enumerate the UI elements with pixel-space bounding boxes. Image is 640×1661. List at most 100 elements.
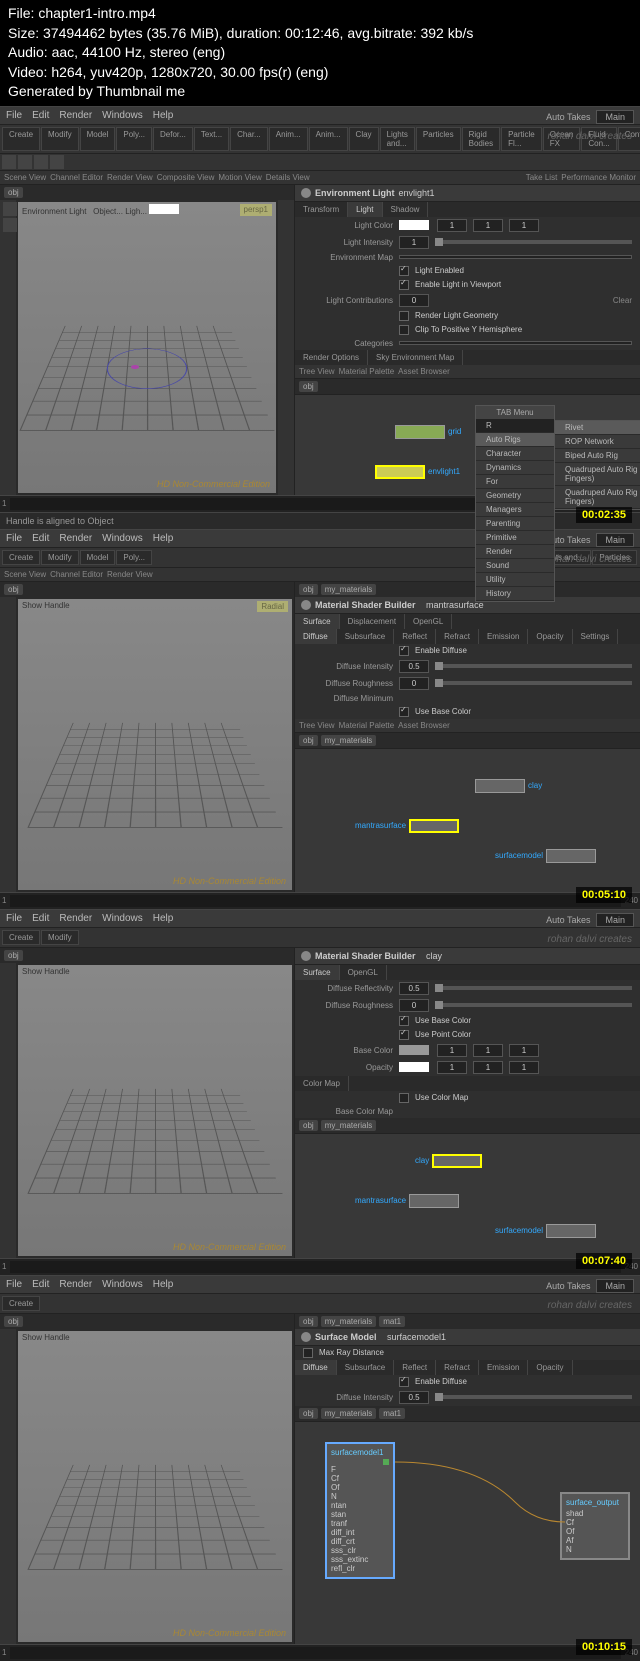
submenu-item[interactable]: Quadruped Auto Rig (5 Fingers) xyxy=(555,486,640,509)
field[interactable]: 0 xyxy=(399,294,429,307)
gear-icon[interactable] xyxy=(301,1332,311,1342)
shelf-tab[interactable]: Create xyxy=(2,550,40,565)
tool-icon[interactable] xyxy=(3,202,17,216)
tab[interactable]: Asset Browser xyxy=(398,721,450,730)
submenu-item[interactable]: Quadruped Auto Rig (4 Fingers) xyxy=(555,463,640,486)
node-surf[interactable]: surfacemodel xyxy=(495,849,596,863)
tab[interactable]: Tree View xyxy=(299,721,335,730)
shelf-tab[interactable]: Rigid Bodies xyxy=(462,127,500,151)
search-text[interactable]: R xyxy=(486,421,492,430)
menu-item[interactable]: Dynamics xyxy=(476,461,554,475)
vop-node[interactable]: surfacemodel1 F Cf Of N ntan stan tranf … xyxy=(325,1442,395,1579)
shelf-tab[interactable]: Particles xyxy=(416,127,461,151)
viewport[interactable]: Show HandleRadial HD Non-Commercial Edit… xyxy=(18,599,292,890)
menu-item[interactable]: Utility xyxy=(476,573,554,587)
tab[interactable]: Render Options xyxy=(295,350,368,365)
node-envlight[interactable]: envlight1 xyxy=(375,465,460,479)
subtab[interactable]: Emission xyxy=(479,629,528,644)
menu-item[interactable]: Auto Rigs xyxy=(476,433,554,447)
subtab[interactable]: Subsurface xyxy=(337,629,394,644)
shelf-tab[interactable]: Modify xyxy=(41,127,79,151)
field[interactable] xyxy=(399,255,632,259)
menu-windows[interactable]: Windows xyxy=(102,533,143,544)
submenu-item[interactable]: Biped Auto Rig xyxy=(555,449,640,463)
menu-file[interactable]: File xyxy=(6,533,22,544)
path[interactable]: obj xyxy=(4,584,23,595)
slider[interactable] xyxy=(435,681,632,685)
pane-tab[interactable]: Scene View xyxy=(4,173,46,182)
slider[interactable] xyxy=(435,664,632,668)
gear-icon[interactable] xyxy=(301,600,311,610)
shelf-tab[interactable]: Clay xyxy=(349,127,379,151)
tab[interactable]: Displacement xyxy=(340,614,405,629)
checkbox[interactable] xyxy=(399,311,409,321)
node-clay[interactable]: clay xyxy=(475,779,542,793)
submenu-item[interactable]: ROP Network xyxy=(555,435,640,449)
tab[interactable]: OpenGL xyxy=(405,614,452,629)
path[interactable]: my_materials xyxy=(321,584,377,595)
checkbox[interactable] xyxy=(399,707,409,717)
gear-icon[interactable] xyxy=(301,951,311,961)
menu-item[interactable]: History xyxy=(476,587,554,601)
subtab[interactable]: Settings xyxy=(573,629,619,644)
field[interactable]: 1 xyxy=(399,236,429,249)
menu-help[interactable]: Help xyxy=(153,110,174,121)
checkbox[interactable] xyxy=(399,266,409,276)
field[interactable]: 1 xyxy=(473,219,503,232)
shelf-tab[interactable]: Defor... xyxy=(153,127,193,151)
subtab[interactable]: Reflect xyxy=(394,629,436,644)
path[interactable]: my_materials xyxy=(321,735,377,746)
viewport[interactable]: Show Handle HD Non-Commercial Edition xyxy=(18,965,292,1256)
viewport-3d[interactable]: Environment Light Object... Ligh... pers… xyxy=(18,202,276,493)
pane-tab[interactable]: Composite View xyxy=(157,173,215,182)
net-tab[interactable]: Asset Browser xyxy=(398,367,450,376)
net-tab[interactable]: Material Palette xyxy=(339,367,395,376)
checkbox[interactable] xyxy=(399,280,409,290)
path-obj[interactable]: obj xyxy=(4,187,23,198)
node[interactable]: clay xyxy=(415,1154,482,1168)
tab-light[interactable]: Light xyxy=(348,202,382,217)
tool-icon[interactable] xyxy=(2,155,16,169)
shelf-tab[interactable]: Model xyxy=(80,127,116,151)
menu-item[interactable]: For xyxy=(476,475,554,489)
tab[interactable]: Surface xyxy=(295,614,340,629)
field[interactable]: 1 xyxy=(437,219,467,232)
viewport[interactable]: Show Handle HD Non-Commercial Edition xyxy=(18,1331,292,1642)
shelf-tab[interactable]: Lights and... xyxy=(380,127,415,151)
node-grid[interactable]: grid xyxy=(395,425,461,439)
tool-icon[interactable] xyxy=(34,155,48,169)
checkbox[interactable] xyxy=(399,646,409,656)
field[interactable]: 0.5 xyxy=(399,660,429,673)
path[interactable]: obj xyxy=(299,735,318,746)
menu-item[interactable]: Primitive xyxy=(476,531,554,545)
color-swatch[interactable] xyxy=(399,220,429,230)
field[interactable] xyxy=(399,341,632,345)
menu-file[interactable]: File xyxy=(6,110,22,121)
menu-item[interactable]: Geometry xyxy=(476,489,554,503)
menu-render[interactable]: Render xyxy=(59,913,92,924)
field[interactable]: 1 xyxy=(509,219,539,232)
network-vop[interactable]: surfacemodel1 F Cf Of N ntan stan tranf … xyxy=(295,1421,640,1644)
tab-transform[interactable]: Transform xyxy=(295,202,348,217)
tab[interactable]: Material Palette xyxy=(339,721,395,730)
menu-file[interactable]: File xyxy=(6,913,22,924)
color-swatch[interactable] xyxy=(149,204,179,214)
pane-tab[interactable]: Details View xyxy=(266,173,310,182)
menu-windows[interactable]: Windows xyxy=(102,913,143,924)
vop-node-out[interactable]: surface_output shad Cf Of Af N xyxy=(560,1492,630,1560)
pane-tab[interactable]: Channel Editor xyxy=(50,173,103,182)
tab-shadow[interactable]: Shadow xyxy=(383,202,429,217)
clear-button[interactable]: Clear xyxy=(613,296,632,305)
shelf-tab[interactable]: Poly... xyxy=(116,127,152,151)
shelf-tab[interactable]: Create xyxy=(2,127,40,151)
tool-icon[interactable] xyxy=(18,155,32,169)
menu-help[interactable]: Help xyxy=(153,913,174,924)
menu-item[interactable]: Parenting xyxy=(476,517,554,531)
shelf-tab[interactable]: Particle Fl... xyxy=(501,127,542,151)
menu-help[interactable]: Help xyxy=(153,533,174,544)
shelf-tab[interactable]: Model xyxy=(80,550,116,565)
tool-icon[interactable] xyxy=(3,218,17,232)
menu-item[interactable]: Sound xyxy=(476,559,554,573)
network-view[interactable]: grid envlight1 TAB Menu R Auto Rigs Char… xyxy=(295,394,640,495)
path[interactable]: obj xyxy=(299,584,318,595)
